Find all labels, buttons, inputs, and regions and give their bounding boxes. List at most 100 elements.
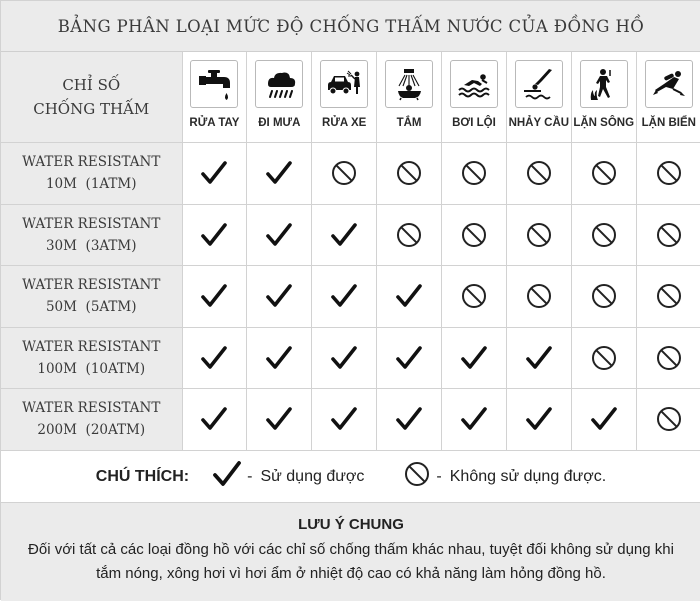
legend-item-yes: - Sử dụng được xyxy=(213,461,364,492)
rating-label-line2: 100M (10ATM) xyxy=(37,360,146,377)
cell-allowed xyxy=(181,141,248,205)
prohibited-icon xyxy=(526,161,551,185)
scuba-diver-icon xyxy=(644,60,693,108)
prohibited-icon xyxy=(656,284,681,308)
rating-label: WATER RESISTANT 100M (10ATM) xyxy=(1,326,183,389)
checkmark-icon xyxy=(396,345,422,369)
cell-not-allowed xyxy=(505,141,572,205)
legend-yes-label: Sử dụng được xyxy=(260,467,365,485)
car-wash-icon xyxy=(320,60,369,108)
checkmark-icon xyxy=(201,222,228,246)
cell-not-allowed xyxy=(376,141,442,205)
prohibited-icon xyxy=(461,161,486,185)
cell-allowed xyxy=(505,387,572,451)
rating-label-line2: 50M (5ATM) xyxy=(45,299,137,315)
rating-label: WATER RESISTANT 10M (1ATM) xyxy=(1,141,183,205)
prohibited-icon xyxy=(526,284,551,308)
cell-allowed xyxy=(311,264,378,328)
table-row: WATER RESISTANT 200M (20ATM) xyxy=(1,387,700,451)
checkmark-icon xyxy=(590,407,617,430)
cell-not-allowed xyxy=(505,264,572,328)
cell-not-allowed xyxy=(311,141,378,205)
cell-not-allowed xyxy=(570,326,637,389)
checkmark-icon xyxy=(331,284,357,307)
activity-label: BƠI LỘI xyxy=(452,117,496,129)
rating-header-line2: CHỐNG THẤM xyxy=(33,99,150,118)
cell-not-allowed xyxy=(441,141,507,205)
cell-allowed xyxy=(441,387,507,451)
prohibited-icon xyxy=(656,161,681,185)
cell-allowed xyxy=(311,203,378,266)
prohibited-icon xyxy=(591,284,616,308)
prohibited-icon xyxy=(397,161,422,185)
checkmark-icon xyxy=(461,345,487,369)
checkmark-icon xyxy=(331,345,357,369)
activity-shower: TẮM xyxy=(376,52,442,143)
legend: CHÚ THÍCH: - Sử dụng được - Không sử dụn… xyxy=(1,450,700,503)
prohibited-icon xyxy=(656,345,681,370)
checkmark-icon xyxy=(266,407,293,430)
cell-allowed xyxy=(376,326,442,389)
activity-label: LẶN SÔNG xyxy=(573,117,635,129)
cell-allowed xyxy=(246,326,313,389)
cell-allowed xyxy=(181,203,248,266)
rating-label-line1: WATER RESISTANT xyxy=(22,338,161,355)
activity-label: RỬA TAY xyxy=(189,117,240,129)
swimmer-icon xyxy=(449,60,498,108)
cell-not-allowed xyxy=(505,203,572,266)
resistance-table: CHỈ SỐ CHỐNG THẤM RỬA TAY ĐI MƯA RỬA XE TẮM… xyxy=(1,52,700,451)
legend-title: CHÚ THÍCH: xyxy=(95,467,190,485)
activity-label: ĐI MƯA xyxy=(258,117,301,129)
checkmark-icon xyxy=(526,407,552,430)
cell-allowed xyxy=(376,264,442,328)
activity-label: NHẢY CẦU xyxy=(508,117,570,129)
rating-label: WATER RESISTANT 30M (3ATM) xyxy=(1,203,183,266)
prohibited-icon xyxy=(591,161,616,185)
activity-scuba-diver: LẶN BIỂN xyxy=(635,52,700,143)
rating-label-line1: WATER RESISTANT xyxy=(22,154,161,170)
cell-not-allowed xyxy=(441,203,507,266)
general-note: LƯU Ý CHUNG Đối với tất cả các loại đồng… xyxy=(1,503,700,601)
prohibited-icon xyxy=(526,222,551,247)
rating-label-line1: WATER RESISTANT xyxy=(22,215,161,232)
checkmark-icon xyxy=(331,222,357,246)
checkmark-icon xyxy=(201,284,228,307)
prohibited-icon xyxy=(461,284,486,308)
rating-label: WATER RESISTANT 50M (5ATM) xyxy=(1,264,183,328)
water-resistance-chart: BẢNG PHÂN LOẠI MỨC ĐỘ CHỐNG THẤM NƯỚC CỦ… xyxy=(0,0,700,601)
cell-allowed xyxy=(181,387,248,451)
checkmark-icon xyxy=(396,407,422,430)
rating-label-line1: WATER RESISTANT xyxy=(22,400,161,416)
activity-faucet: RỬA TAY xyxy=(181,52,248,143)
checkmark-icon xyxy=(201,161,228,184)
activity-label: LẶN BIỂN xyxy=(641,117,696,129)
note-title: LƯU Ý CHUNG xyxy=(298,516,404,533)
prohibited-icon xyxy=(332,161,357,185)
checkmark-icon xyxy=(266,161,293,184)
shower-icon xyxy=(385,60,434,108)
legend-item-no: - Không sử dụng được. xyxy=(404,461,606,492)
table-row: WATER RESISTANT 50M (5ATM) xyxy=(1,264,700,328)
checkmark-icon xyxy=(461,407,487,430)
prohibited-icon xyxy=(404,461,430,492)
legend-no-label: Không sử dụng được. xyxy=(449,467,607,485)
table-row: WATER RESISTANT 10M (1ATM) xyxy=(1,141,700,205)
cell-not-allowed xyxy=(635,326,700,389)
cell-allowed xyxy=(570,387,637,451)
rating-label-line2: 200M (20ATM) xyxy=(37,422,146,438)
rating-label-line2: 10M (1ATM) xyxy=(45,176,137,192)
snorkel-diver-icon xyxy=(579,60,628,108)
checkmark-icon xyxy=(266,345,293,369)
cell-not-allowed xyxy=(635,264,700,328)
prohibited-icon xyxy=(397,222,422,247)
cell-allowed xyxy=(246,141,313,205)
cell-allowed xyxy=(246,264,313,328)
cell-not-allowed xyxy=(635,203,700,266)
table-row: WATER RESISTANT 100M (10ATM) xyxy=(1,326,700,389)
activity-swimmer: BƠI LỘI xyxy=(441,52,507,143)
checkmark-icon xyxy=(213,461,242,492)
cell-allowed xyxy=(311,326,378,389)
cell-allowed xyxy=(181,264,248,328)
prohibited-icon xyxy=(591,222,616,247)
cell-not-allowed xyxy=(441,264,507,328)
